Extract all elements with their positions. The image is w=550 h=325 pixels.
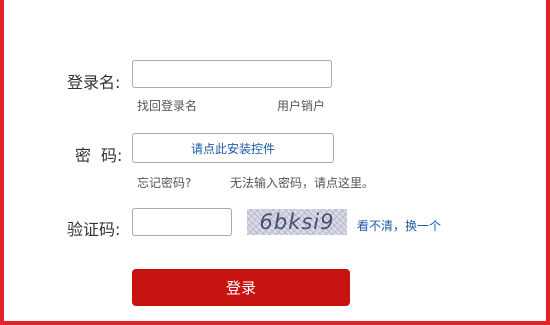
- username-label: 登录名:: [67, 73, 121, 92]
- captcha-image[interactable]: 6bksi9: [247, 209, 347, 235]
- refresh-captcha-link[interactable]: 看不清，换一个: [357, 217, 441, 234]
- password-label: 密码:: [75, 142, 122, 166]
- cancel-account-link[interactable]: 用户销户: [277, 97, 325, 114]
- frame-border-bottom: [0, 321, 550, 325]
- captcha-label: 验证码:: [67, 220, 121, 239]
- password-control-box[interactable]: 请点此安装控件: [132, 133, 334, 163]
- password-label-char1: 密: [75, 146, 92, 165]
- frame-border-right: [546, 0, 550, 325]
- forgot-password-link[interactable]: 忘记密码?: [137, 174, 191, 191]
- username-input[interactable]: [132, 60, 332, 88]
- find-login-name-link[interactable]: 找回登录名: [137, 97, 197, 114]
- captcha-input[interactable]: [132, 208, 232, 236]
- captcha-image-text: 6bksi9: [259, 210, 335, 234]
- install-control-link[interactable]: 请点此安装控件: [191, 140, 275, 157]
- login-button[interactable]: 登录: [132, 269, 350, 306]
- password-label-char2: 码:: [101, 146, 123, 165]
- cannot-input-password-link[interactable]: 无法输入密码，请点这里。: [230, 174, 374, 191]
- frame-border-left: [0, 0, 4, 325]
